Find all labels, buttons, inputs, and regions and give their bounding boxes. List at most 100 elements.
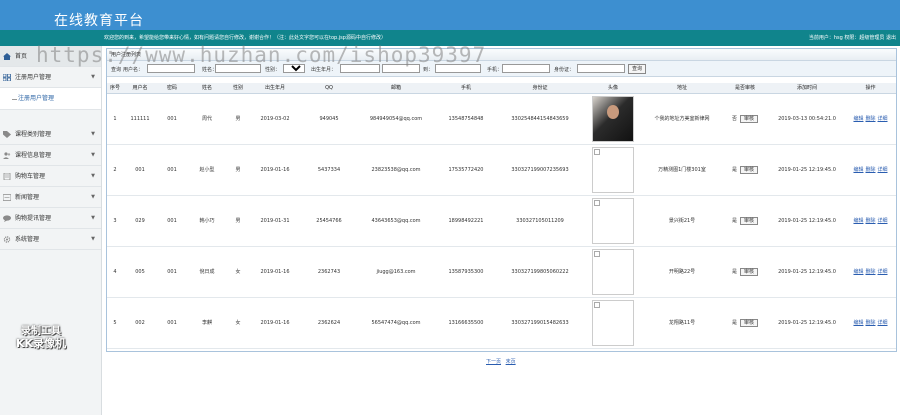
broken-image-icon: [594, 301, 600, 308]
next-page-link[interactable]: 下一页: [486, 359, 501, 365]
table-row: 4 005 001 倪日成女 2019-01-16 2362743 jiugg@163.co…: [107, 246, 896, 298]
pager: 下一页 末页: [486, 358, 519, 365]
sidebar-item-label: 注册用户管理: [15, 74, 52, 81]
col-header: 地址: [643, 83, 721, 94]
last-page-link[interactable]: 末页: [506, 359, 516, 365]
cell-operations: 编辑 删除 详细: [845, 297, 896, 349]
detail-link[interactable]: 详细: [878, 218, 888, 224]
delete-link[interactable]: 删除: [865, 218, 875, 224]
idcard-input[interactable]: [577, 64, 625, 73]
cell-username: 005: [123, 246, 157, 298]
birth-to-input[interactable]: [382, 64, 420, 73]
col-header: 序号: [107, 83, 123, 94]
cell-birth: 2019-01-16: [249, 297, 301, 349]
audit-status: 是: [731, 319, 737, 326]
qq-input[interactable]: [435, 64, 481, 73]
col-header: 性别: [227, 83, 249, 94]
app-header: 在线教育平台: [0, 0, 900, 30]
sidebar-item-course-info[interactable]: 课程信息管理 ▼: [0, 145, 101, 166]
cell-username: 001: [123, 144, 157, 196]
sidebar-item-shopping-notice[interactable]: 购物提讯管理 ▼: [0, 208, 101, 229]
cell-qq: 2362624: [301, 297, 357, 349]
panel-title: 用户注册列表: [107, 49, 896, 61]
audit-button[interactable]: 审核: [740, 114, 759, 123]
phone-input[interactable]: [502, 64, 550, 73]
cell-audit: 是审核: [721, 195, 769, 247]
edit-link[interactable]: 编辑: [853, 269, 863, 275]
search-button[interactable]: 查询: [628, 64, 647, 74]
cell-address: 龙翔路11号: [643, 297, 721, 349]
cell-operations: 编辑 删除 详细: [845, 144, 896, 196]
cell-gender: 男: [227, 144, 249, 196]
col-header: 添加时间: [769, 83, 845, 94]
chevron-down-icon: ▼: [91, 173, 95, 179]
audit-button[interactable]: 审核: [740, 267, 759, 276]
broken-image-icon: [594, 199, 600, 206]
sidebar-item-course-category[interactable]: 课程类别管理 ▼: [0, 124, 101, 145]
cell-gender: 男: [227, 195, 249, 247]
audit-button[interactable]: 审核: [740, 216, 759, 225]
cell-gender: 女: [227, 246, 249, 298]
col-header: 姓名: [187, 83, 227, 94]
broken-image-icon: [592, 299, 634, 346]
gear-icon: [3, 236, 11, 243]
cell-name: 赵小型: [187, 144, 227, 196]
col-header: 邮箱: [357, 83, 435, 94]
sidebar-item-home[interactable]: 首页: [0, 46, 101, 67]
birth-from-input[interactable]: [340, 64, 380, 73]
cell-added-time: 2019-01-25 12:19:45.0: [769, 144, 845, 196]
delete-link[interactable]: 删除: [865, 167, 875, 173]
detail-link[interactable]: 详细: [878, 167, 888, 173]
cell-qq: 25454766: [301, 195, 357, 247]
cell-gender: 男: [227, 93, 249, 145]
edit-link[interactable]: 编辑: [853, 167, 863, 173]
table-row: 3 029 001 韩小巧男 2019-01-31 25454766 43643653@qq…: [107, 195, 896, 247]
audit-button[interactable]: 审核: [740, 165, 759, 174]
delete-link[interactable]: 删除: [865, 116, 875, 122]
col-header: 操作: [845, 83, 896, 94]
cell-name: 周代: [187, 93, 227, 145]
chat-icon: [3, 215, 11, 222]
gender-select[interactable]: 所有: [283, 64, 305, 73]
cell-avatar: [583, 297, 643, 349]
chevron-down-icon: ▼: [91, 194, 95, 200]
cell-username: 029: [123, 195, 157, 247]
birth-label: 出生年月：: [311, 67, 337, 73]
cell-audit: 是审核: [721, 246, 769, 298]
cell-audit: 否审核: [721, 93, 769, 145]
search-bar: 查询 用户名： 姓名： 性别： 所有 出生年月： 到： 手机： 身份证： 查询: [107, 61, 896, 77]
user-info[interactable]: 当前用户：hsg 权限：超级管理员 退出: [809, 34, 896, 41]
sidebar-item-system[interactable]: 系统管理 ▼: [0, 229, 101, 250]
audit-button[interactable]: 审核: [740, 318, 759, 327]
chevron-down-icon: ▼: [91, 215, 95, 221]
cell-audit: 是审核: [721, 297, 769, 349]
sidebar-item-user-mgmt[interactable]: 注册用户管理 ▼: [0, 67, 101, 88]
cell-no: 5: [107, 297, 123, 349]
recorder-watermark: 录制工具 KK录像机: [16, 326, 66, 350]
cell-no: 1: [107, 93, 123, 145]
sidebar-item-news[interactable]: 新闻管理 ▼: [0, 187, 101, 208]
delete-link[interactable]: 删除: [865, 320, 875, 326]
sidebar-subitem-user-mgmt[interactable]: 注册用户管理: [0, 88, 101, 110]
broken-image-icon: [594, 250, 600, 257]
delete-link[interactable]: 删除: [865, 269, 875, 275]
cell-idcard: 330327199007235693: [497, 144, 583, 196]
sidebar-item-cart[interactable]: 购物车管理 ▼: [0, 166, 101, 187]
audit-status: 是: [731, 166, 737, 173]
users-icon: [3, 152, 11, 159]
cell-phone: 17535772420: [435, 144, 497, 196]
edit-link[interactable]: 编辑: [853, 116, 863, 122]
user-table: 序号 用户名 密码 姓名 性别 出生年月 QQ 邮箱 手机 身份证 头像 地址 …: [107, 83, 896, 349]
name-input[interactable]: [215, 64, 261, 73]
detail-link[interactable]: 详细: [878, 116, 888, 122]
cell-password: 001: [157, 144, 187, 196]
detail-link[interactable]: 详细: [878, 320, 888, 326]
edit-link[interactable]: 编辑: [853, 320, 863, 326]
edit-link[interactable]: 编辑: [853, 218, 863, 224]
detail-link[interactable]: 详细: [878, 269, 888, 275]
cell-operations: 编辑 删除 详细: [845, 195, 896, 247]
username-input[interactable]: [147, 64, 195, 73]
cell-added-time: 2019-03-13 00:54:21.0: [769, 93, 845, 145]
cell-audit: 是审核: [721, 144, 769, 196]
